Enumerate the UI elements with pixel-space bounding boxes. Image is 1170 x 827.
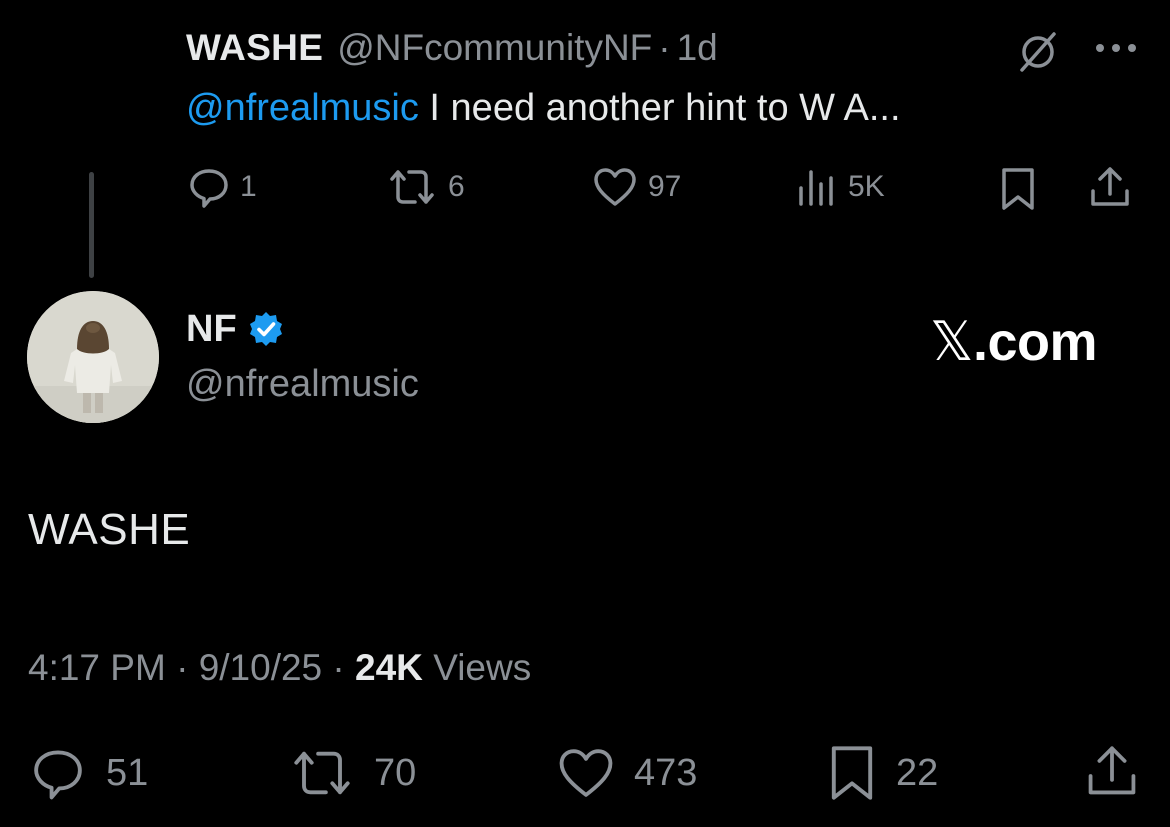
parent-share-button[interactable] [1088, 164, 1132, 210]
share-icon [1084, 742, 1140, 800]
reply-icon [28, 746, 88, 800]
repost-icon [288, 746, 356, 800]
heart-icon [556, 746, 616, 800]
mention-link[interactable]: @nfrealmusic [186, 87, 419, 129]
parent-like-button[interactable]: 97 [592, 166, 681, 208]
grok-icon[interactable] [1016, 30, 1060, 74]
share-icon [1088, 164, 1132, 210]
tweet-text: WASHE [28, 505, 191, 554]
parent-bookmark-button[interactable] [998, 166, 1038, 212]
reply-count: 51 [106, 751, 149, 794]
parent-timestamp[interactable]: 1d [677, 24, 718, 72]
separator-dot: · [658, 27, 671, 68]
repost-button[interactable]: 70 [288, 746, 416, 800]
repost-icon [386, 166, 438, 208]
avatar[interactable] [27, 291, 159, 423]
views-total: 24K [355, 647, 423, 688]
author-name-row: NF [186, 306, 285, 352]
thread-connector-line [89, 172, 94, 278]
author-handle[interactable]: @nfrealmusic [186, 361, 419, 407]
parent-tweet-body: I need another hint to W A... [418, 87, 901, 129]
parent-reply-button[interactable]: 1 [188, 166, 257, 208]
like-button[interactable]: 473 [556, 746, 697, 800]
tweet-metadata: 4:17 PM · 9/10/25 · 24K Views [28, 645, 531, 691]
share-button[interactable] [1084, 742, 1140, 800]
parent-tweet-text: @nfrealmusic I need another hint to W A.… [186, 84, 901, 132]
reply-button[interactable]: 51 [28, 746, 148, 800]
reply-count: 1 [240, 170, 257, 203]
parent-repost-button[interactable]: 6 [386, 166, 465, 208]
parent-display-name[interactable]: WASHE [186, 24, 323, 72]
author-display-name[interactable]: NF [186, 306, 237, 352]
watermark-suffix: .com [973, 312, 1098, 372]
x-com-watermark: 𝕏.com [930, 310, 1098, 373]
views-icon [796, 166, 838, 208]
parent-views-button[interactable]: 5K [796, 166, 885, 208]
bookmark-icon [998, 166, 1038, 212]
parent-tweet-header: WASHE @NFcommunityNF · 1d [186, 24, 718, 72]
views-label[interactable]: Views [433, 647, 531, 688]
separator-dot: · [176, 647, 189, 688]
heart-icon [592, 166, 638, 208]
reply-icon [188, 166, 230, 208]
tweet-time[interactable]: 4:17 PM [28, 647, 166, 688]
bookmark-button[interactable]: 22 [826, 742, 938, 804]
views-count: 5K [848, 170, 885, 203]
more-icon[interactable] [1094, 42, 1138, 54]
like-count: 97 [648, 170, 682, 203]
x-logo-icon: 𝕏 [930, 310, 974, 373]
separator-dot: · [332, 647, 345, 688]
repost-count: 70 [374, 751, 417, 794]
verified-badge-icon [247, 310, 285, 348]
bookmark-icon [826, 742, 878, 804]
bookmark-count: 22 [896, 751, 939, 794]
parent-handle[interactable]: @NFcommunityNF [337, 24, 652, 72]
like-count: 473 [634, 751, 698, 794]
tweet-date[interactable]: 9/10/25 [199, 647, 322, 688]
repost-count: 6 [448, 170, 465, 203]
